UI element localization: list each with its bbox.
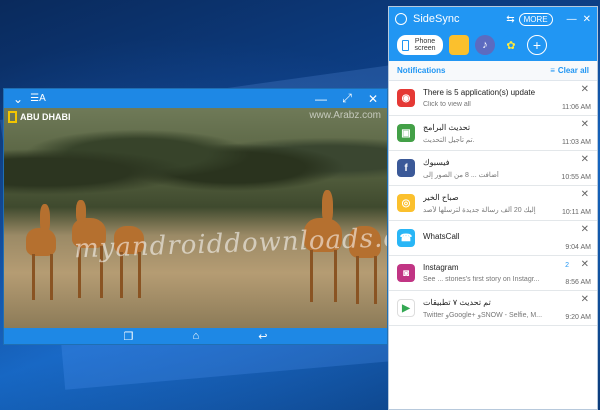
dismiss-icon[interactable]: ✕	[581, 259, 589, 270]
notifications-header: Notifications ≡ Clear all	[389, 61, 597, 81]
notification-title: تحديث البرامج	[423, 122, 471, 132]
top-watermark: www.Arabz.com	[309, 110, 381, 121]
add-icon[interactable]: +	[527, 35, 547, 55]
clear-all-icon: ≡	[550, 66, 555, 75]
notification-text: Twitter وGoogle+ وSNOW - Selfie, M...	[423, 311, 543, 319]
close-icon[interactable]: ✕	[365, 91, 381, 107]
notification-title: WhatsCall	[423, 231, 460, 241]
dismiss-icon[interactable]: ✕	[581, 154, 589, 165]
usb-icon: ⇆	[506, 13, 515, 25]
photo-gallery-icon[interactable]: ✿	[501, 35, 521, 55]
notification-count: 2	[565, 262, 569, 269]
notification-item[interactable]: ▶ تم تحديث ٧ تطبيقات Twitter وGoogle+ وSNO…	[389, 291, 597, 326]
notification-time: 9:04 AM	[565, 244, 591, 251]
impala	[26, 228, 56, 256]
phone-screen-button[interactable]: Phone screen	[397, 35, 443, 55]
more-button[interactable]: MORE	[518, 12, 553, 26]
notification-title: There is 5 application(s) update	[423, 88, 536, 97]
notifications-label: Notifications	[397, 66, 446, 75]
play-store-update-icon: ◉	[397, 89, 415, 107]
folder-icon[interactable]	[449, 35, 469, 55]
notification-item[interactable]: ☎ WhatsCall ✕ 9:04 AM	[389, 221, 597, 256]
notification-item[interactable]: ◎ صباح الخير إليك 20 ألف رسالة جديدة لترسل…	[389, 186, 597, 221]
video-content: ABU DHABI www.Arabz.com myandroiddownloa…	[4, 108, 387, 328]
phone-mirror-window[interactable]: ⌄ ☰A — ⤢ ✕ ABU DHABI www.Arabz.com myand	[3, 88, 388, 345]
facebook-icon: f	[397, 159, 415, 177]
notification-time: 10:11 AM	[561, 209, 591, 216]
sidesync-panel: SideSync ⇆ MORE — ✕ Phone screen ♪ ✿ + N…	[388, 6, 598, 410]
close-icon[interactable]: ✕	[583, 14, 591, 25]
whatscall-icon: ☎	[397, 229, 415, 247]
music-icon[interactable]: ♪	[475, 35, 495, 55]
notification-text: أضافت ... 8 من الصور إلى	[423, 171, 499, 179]
home-icon[interactable]: ⌂	[192, 330, 199, 342]
phone-nav-bar: ❐ ⌂ ↩	[4, 328, 387, 344]
minimize-icon[interactable]: —	[313, 91, 329, 107]
notification-title: تم تحديث ٧ تطبيقات	[423, 297, 491, 307]
chrome-icon: ◎	[397, 194, 415, 212]
app-title: SideSync	[413, 13, 460, 25]
notification-title: صباح الخير	[423, 192, 459, 202]
notification-time: 9:20 AM	[565, 314, 591, 321]
notification-time: 8:56 AM	[565, 279, 591, 286]
chevron-down-icon[interactable]: ⌄	[10, 91, 26, 107]
sidesync-logo-icon	[395, 13, 407, 25]
clear-all-button[interactable]: ≡ Clear all	[550, 66, 589, 75]
android-update-icon: ▣	[397, 124, 415, 142]
phone-icon	[402, 39, 409, 51]
notification-text: Click to view all	[423, 101, 471, 108]
channel-logo: ABU DHABI	[8, 111, 71, 123]
notification-list: ◉ There is 5 application(s) update Click t…	[389, 81, 597, 326]
fullscreen-icon[interactable]: ⤢	[339, 91, 355, 107]
dismiss-icon[interactable]: ✕	[581, 119, 589, 130]
play-store-icon: ▶	[397, 299, 415, 317]
back-icon[interactable]: ↩	[258, 330, 267, 343]
mirror-title-bar: ⌄ ☰A — ⤢ ✕	[4, 89, 387, 108]
notification-title: فيسبوك	[423, 157, 450, 167]
notification-title: Instagram	[423, 263, 459, 272]
sidesync-header: SideSync ⇆ MORE — ✕ Phone screen ♪ ✿ +	[389, 7, 597, 61]
recent-apps-icon[interactable]: ❐	[124, 330, 134, 343]
notification-item[interactable]: ◉ There is 5 application(s) update Click t…	[389, 81, 597, 116]
instagram-icon: ◙	[397, 264, 415, 282]
dismiss-icon[interactable]: ✕	[581, 189, 589, 200]
notification-text: See ... stories's first story on Instagr…	[423, 276, 540, 283]
notification-item[interactable]: ◙ Instagram See ... stories's first story …	[389, 256, 597, 291]
notification-text: إليك 20 ألف رسالة جديدة لترسلها لأصد	[423, 206, 536, 214]
notification-item[interactable]: f فيسبوك أضافت ... 8 من الصور إلى ✕ 10:55 AM	[389, 151, 597, 186]
dismiss-icon[interactable]: ✕	[581, 224, 589, 235]
notification-item[interactable]: ▣ تحديث البرامج تم تأجيل التحديث. ✕ 11:03 AM	[389, 116, 597, 151]
notification-text: تم تأجيل التحديث.	[423, 136, 475, 144]
dismiss-icon[interactable]: ✕	[581, 84, 589, 95]
notification-time: 11:06 AM	[561, 104, 591, 111]
dismiss-icon[interactable]: ✕	[581, 294, 589, 305]
notification-time: 10:55 AM	[561, 174, 591, 181]
translate-icon[interactable]: ☰A	[30, 91, 46, 107]
notification-time: 11:03 AM	[561, 139, 591, 146]
minimize-icon[interactable]: —	[567, 14, 577, 25]
